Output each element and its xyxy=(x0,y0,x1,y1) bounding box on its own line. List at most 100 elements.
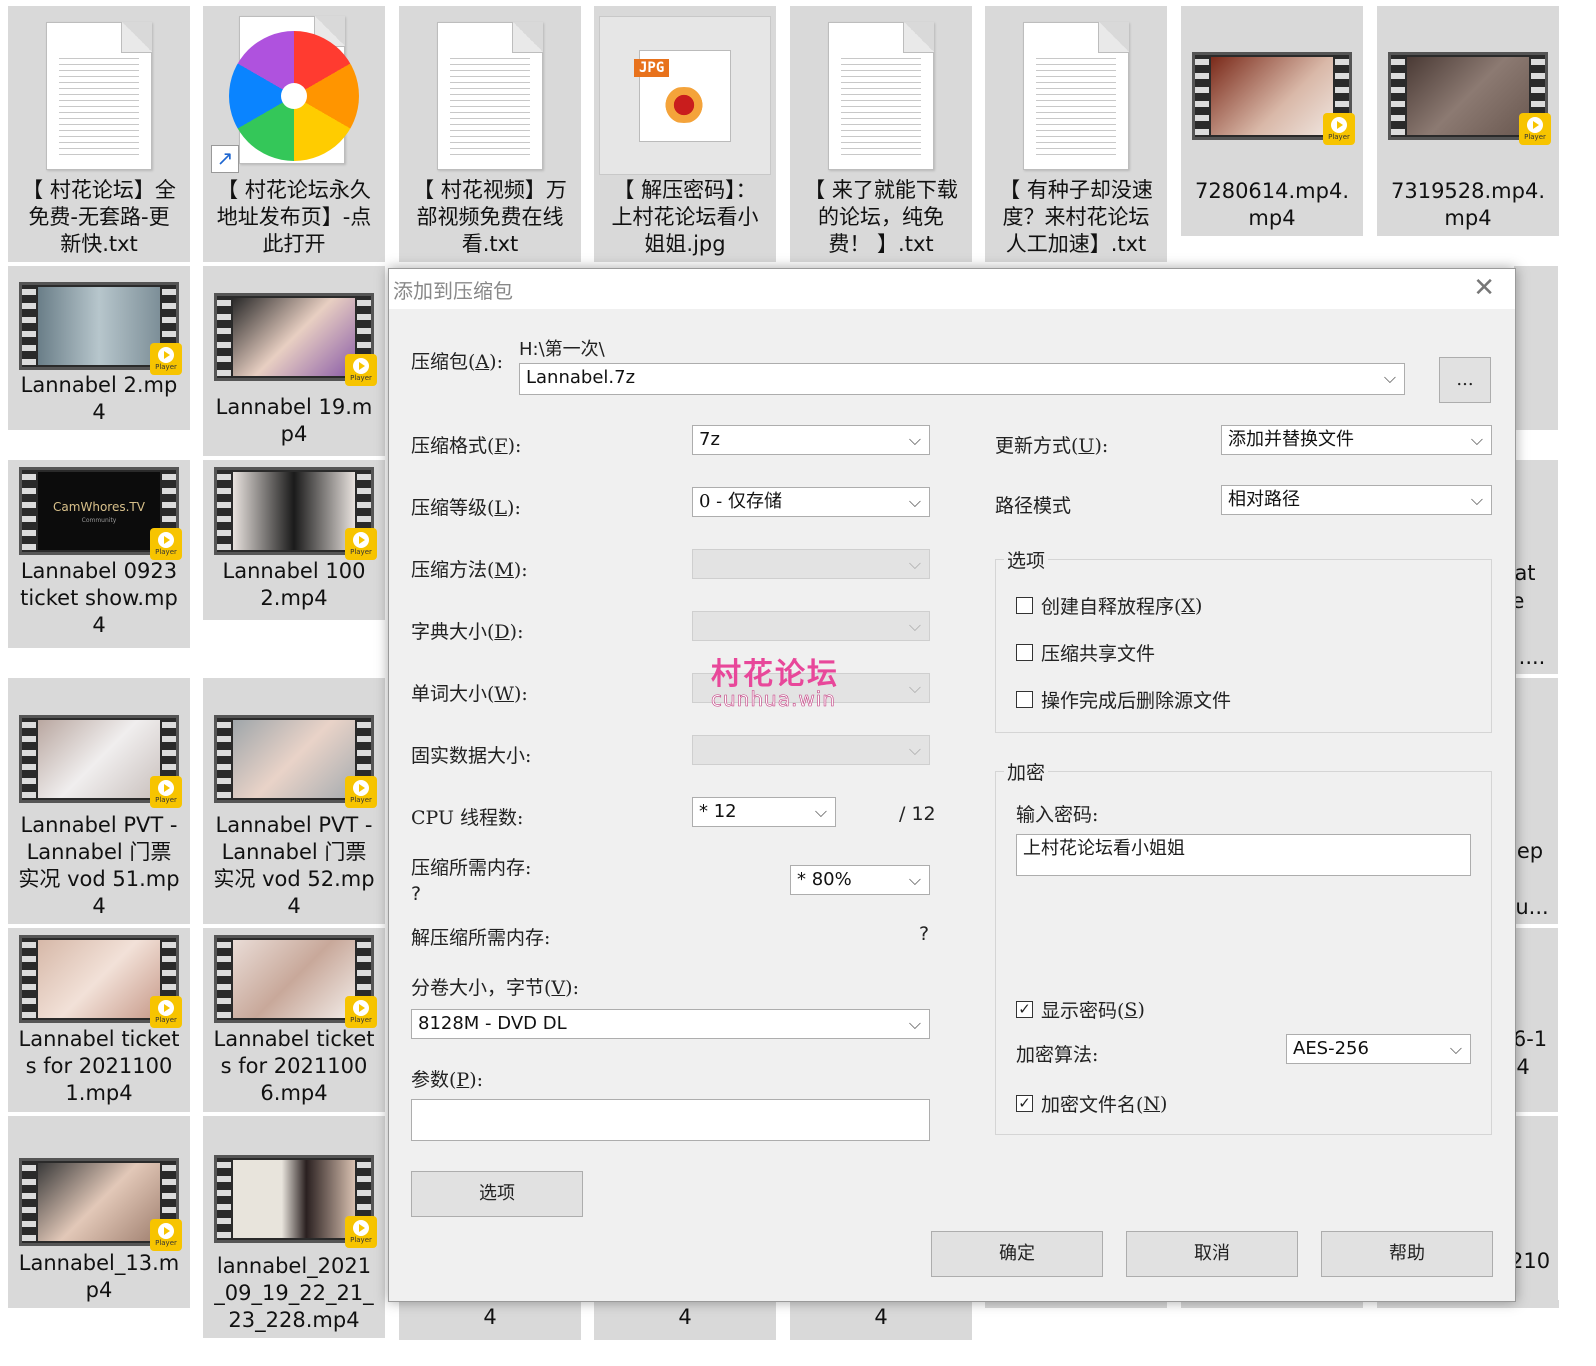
file-item[interactable] xyxy=(1514,678,1558,924)
video-file-icon: Player xyxy=(214,1154,377,1248)
video-file-icon: Player xyxy=(214,935,377,1028)
decompression-memory-value: ? xyxy=(919,923,930,945)
file-item[interactable]: Player 7319528.mp4.mp4 xyxy=(1377,6,1559,236)
chevron-down-icon: ⌵ xyxy=(908,740,921,759)
browse-button[interactable]: ... xyxy=(1439,357,1491,403)
file-name: Lannabel PVT - Lannabel 门票实况 vod 52.mp4 xyxy=(213,813,375,918)
file-item[interactable]: Player Lannabel PVT - Lannabel 门票实况 vod … xyxy=(8,678,190,924)
camwhores-logo-text: CamWhores.TV xyxy=(53,500,145,514)
level-select[interactable]: 0 - 仅存储 ⌵ xyxy=(692,487,930,517)
archive-name-combo[interactable]: Lannabel.7z ⌵ xyxy=(519,363,1405,395)
word-size-label: 单词大小(W): xyxy=(411,683,528,705)
file-name: Lannabel PVT - Lannabel 门票实况 vod 51.mp4 xyxy=(18,813,180,918)
encryption-group: 加密 输入密码: 上村花论坛看小姐姐 ✓ 显示密码(S) 加密算法: AES-25… xyxy=(995,758,1492,1135)
file-item[interactable]: Player lannabel_2021_09_19_22_21_23_228.… xyxy=(203,1116,385,1338)
player-badge-icon: Player xyxy=(150,1219,182,1251)
method-select[interactable]: ⌵ xyxy=(692,549,930,579)
player-badge-icon: Player xyxy=(150,528,182,560)
file-name-fragment: 4 xyxy=(678,1305,692,1329)
player-badge-icon: Player xyxy=(150,343,182,375)
encryption-method-select[interactable]: AES-256 ⌵ xyxy=(1286,1034,1471,1064)
file-item[interactable]: JPG 【 解压密码】：上村花论坛看小姐姐.jpg xyxy=(594,6,776,262)
method-label: 压缩方法(M): xyxy=(411,559,528,581)
file-name-fragment: ep xyxy=(1510,838,1550,864)
chevron-down-icon: ⌵ xyxy=(814,802,827,821)
file-name: lannabel_2021_09_19_22_21_23_228.mp4 xyxy=(214,1254,374,1332)
file-item[interactable]: 4 xyxy=(594,1300,776,1340)
video-file-icon: Player xyxy=(214,467,377,560)
encrypt-filenames-checkbox[interactable]: ✓ 加密文件名(N) xyxy=(1016,1090,1167,1117)
video-file-icon: Player xyxy=(1388,52,1551,145)
file-item[interactable] xyxy=(1514,1116,1558,1308)
file-name: Lannabel 0923 ticket show.mp4 xyxy=(20,559,178,637)
file-item[interactable]: Player Lannabel tickets for 20211006.mp4 xyxy=(203,928,385,1112)
dictionary-select[interactable]: ⌵ xyxy=(692,611,930,641)
split-volume-select[interactable]: 8128M - DVD DL ⌵ xyxy=(411,1009,930,1039)
player-badge-icon: Player xyxy=(345,776,377,808)
file-item[interactable]: 4 xyxy=(399,1300,581,1340)
file-item[interactable]: Player Lannabel 2.mp4 xyxy=(8,266,190,430)
password-input[interactable]: 上村花论坛看小姐姐 xyxy=(1016,834,1471,876)
file-item[interactable]: 4 xyxy=(790,1300,972,1340)
chevron-down-icon: ⌵ xyxy=(908,616,921,635)
watermark-url: cunhua.win xyxy=(711,687,836,712)
file-name: 【 来了就能下载的论坛，纯免费！ 】.txt xyxy=(804,178,958,256)
file-name: 【 村花论坛永久地址发布页】-点此打开 xyxy=(216,178,372,256)
chevron-down-icon: ⌵ xyxy=(908,492,921,511)
player-badge-icon: Player xyxy=(345,528,377,560)
file-name: Lannabel 1002.mp4 xyxy=(222,559,366,610)
format-select[interactable]: 7z ⌵ xyxy=(692,425,930,455)
dialog-title: 添加到压缩包 xyxy=(393,279,513,303)
file-name: 【 村花视频】万部视频免费在线看.txt xyxy=(413,178,567,256)
options-button[interactable]: 选项 xyxy=(411,1171,583,1217)
file-name: Lannabel tickets for 20211006.mp4 xyxy=(213,1027,375,1105)
file-name-fragment: 6-1 xyxy=(1510,1026,1550,1052)
file-item[interactable]: Player Lannabel PVT - Lannabel 门票实况 vod … xyxy=(203,678,385,924)
player-badge-icon: Player xyxy=(1323,113,1355,145)
player-badge-icon: Player xyxy=(345,996,377,1028)
parameters-input[interactable] xyxy=(411,1099,930,1141)
file-name: 7319528.mp4.mp4 xyxy=(1390,179,1546,230)
options-group-title: 选项 xyxy=(1004,546,1049,573)
video-file-icon: Player xyxy=(19,1158,182,1251)
help-button[interactable]: 帮助 xyxy=(1321,1231,1493,1277)
file-item[interactable]: 【 村花论坛】全免费-无套路-更新快.txt xyxy=(8,6,190,262)
memory-percent-select[interactable]: * 80% ⌵ xyxy=(790,865,930,895)
compress-shared-checkbox[interactable]: 压缩共享文件 xyxy=(1016,639,1155,666)
split-volume-label: 分卷大小，字节(V): xyxy=(411,977,579,999)
file-item[interactable] xyxy=(1514,266,1558,430)
chevron-down-icon: ⌵ xyxy=(908,430,921,449)
cpu-threads-label: CPU 线程数: xyxy=(411,807,524,829)
cancel-button[interactable]: 取消 xyxy=(1126,1231,1298,1277)
file-item[interactable]: Player 7280614.mp4.mp4 xyxy=(1181,6,1363,236)
file-item[interactable]: Player Lannabel tickets for 20211001.mp4 xyxy=(8,928,190,1112)
file-item[interactable]: 【 村花视频】万部视频免费在线看.txt xyxy=(399,6,581,262)
cpu-threads-select[interactable]: * 12 ⌵ xyxy=(692,797,836,827)
compression-memory-value: ? xyxy=(411,883,422,905)
create-sfx-checkbox[interactable]: 创建自释放程序(X) xyxy=(1016,592,1202,619)
text-file-icon xyxy=(828,21,934,170)
file-item[interactable]: 【 来了就能下载的论坛，纯免费！ 】.txt xyxy=(790,6,972,262)
file-item[interactable]: ↗ 【 村花论坛永久地址发布页】-点此打开 xyxy=(203,6,385,262)
player-badge-icon: Player xyxy=(345,1215,377,1248)
format-label: 压缩格式(F): xyxy=(411,435,522,457)
file-item[interactable]: Player Lannabel 19.mp4 xyxy=(203,266,385,456)
file-item[interactable]: 【 有种子却没速度？来村花论坛人工加速】.txt xyxy=(985,6,1167,262)
file-item[interactable]: CamWhores.TV Community Player Lannabel 092… xyxy=(8,460,190,648)
solid-block-select[interactable]: ⌵ xyxy=(692,735,930,765)
file-name-fragment: 210 xyxy=(1510,1248,1551,1274)
file-item[interactable] xyxy=(1514,928,1558,1112)
update-mode-select[interactable]: 添加并替换文件 ⌵ xyxy=(1221,425,1492,455)
ok-button[interactable]: 确定 xyxy=(931,1231,1103,1277)
chevron-down-icon: ⌵ xyxy=(908,870,921,889)
delete-after-checkbox[interactable]: 操作完成后删除源文件 xyxy=(1016,686,1231,713)
chevron-down-icon: ⌵ xyxy=(1383,368,1396,387)
file-item[interactable]: Player Lannabel 1002.mp4 xyxy=(203,460,385,620)
solid-block-label: 固实数据大小: xyxy=(411,745,532,767)
password-label: 输入密码: xyxy=(1016,804,1099,826)
close-icon[interactable]: ✕ xyxy=(1473,273,1495,303)
file-item[interactable]: Player Lannabel_13.mp4 xyxy=(8,1116,190,1308)
text-file-icon xyxy=(1023,21,1129,170)
show-password-checkbox[interactable]: ✓ 显示密码(S) xyxy=(1016,996,1145,1023)
path-mode-select[interactable]: 相对路径 ⌵ xyxy=(1221,485,1492,515)
